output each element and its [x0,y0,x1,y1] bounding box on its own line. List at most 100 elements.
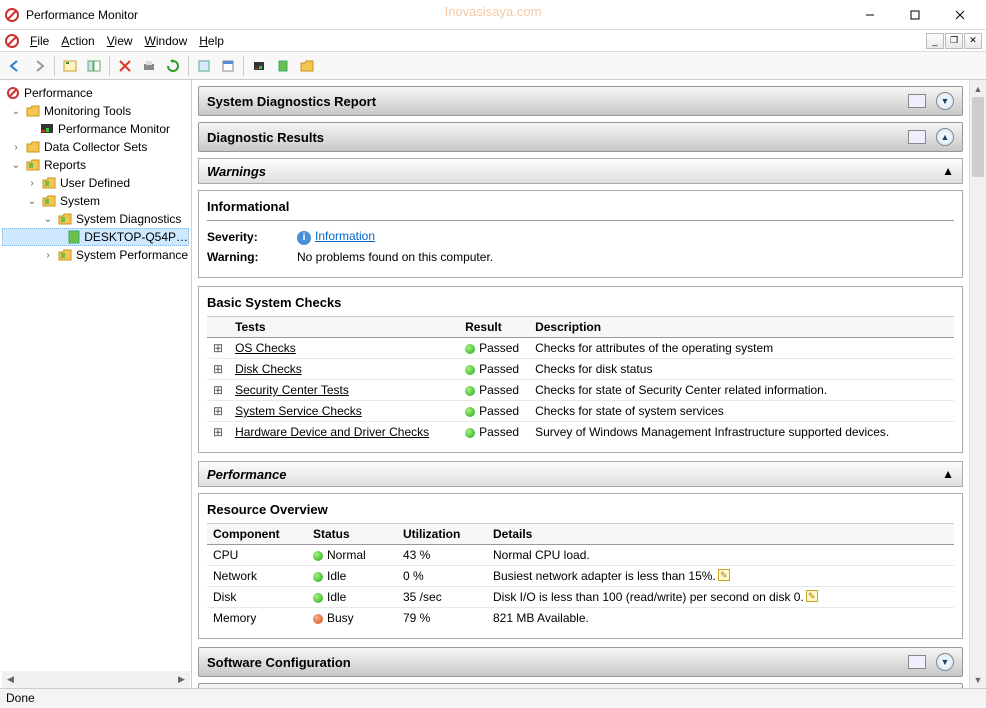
collapse-icon[interactable]: ▲ [936,128,954,146]
expand-icon[interactable]: ⊞ [207,359,229,380]
toolbar-btn-1[interactable] [193,55,215,77]
tree-label: System Diagnostics [76,212,181,226]
tree-reports[interactable]: ⌄ Reports [2,156,189,174]
table-row: ⊞Security Center TestsPassedChecks for s… [207,380,954,401]
tree-label: User Defined [60,176,130,190]
vertical-scrollbar[interactable]: ▲ ▼ [969,80,986,688]
tree-label: Reports [44,158,86,172]
expand-icon[interactable]: ⊞ [207,422,229,443]
menu-action[interactable]: Action [55,32,100,50]
mdi-minimize[interactable]: _ [926,33,944,49]
panel-resource-overview: Resource Overview Component Status Utili… [198,493,963,639]
collapse-icon[interactable]: ⌄ [10,106,22,117]
note-icon[interactable]: ✎ [806,590,818,602]
tree-label: Performance Monitor [58,122,170,136]
print-button[interactable] [138,55,160,77]
expand-icon[interactable]: ⊞ [207,401,229,422]
toolbar-btn-2[interactable] [217,55,239,77]
note-icon[interactable]: ✎ [718,569,730,581]
close-button[interactable] [937,0,982,29]
toolbar-btn-4[interactable] [272,55,294,77]
collapse-icon[interactable]: ▲ [942,164,954,178]
titlebar: Performance Monitor [0,0,986,30]
expand-icon[interactable]: › [26,178,38,189]
app-icon [4,7,20,23]
reports-icon [41,193,57,209]
maximize-button[interactable] [892,0,937,29]
section-hardware-configuration[interactable]: Hardware Configuration ▼ [198,683,963,688]
properties-button[interactable] [83,55,105,77]
tree-monitoring-tools[interactable]: ⌄ Monitoring Tools [2,102,189,120]
tree-system-diagnostics[interactable]: ⌄ System Diagnostics [2,210,189,228]
collapse-icon[interactable]: ▲ [942,467,954,481]
report-icon [67,229,82,245]
tree-performance[interactable]: Performance [2,84,189,102]
section-diagnostic-results[interactable]: Diagnostic Results ▲ [198,122,963,152]
monitor-icon [39,121,55,137]
tree-user-defined[interactable]: › User Defined [2,174,189,192]
back-button[interactable] [4,55,26,77]
toolbar-btn-5[interactable] [296,55,318,77]
tree-performance-monitor[interactable]: Performance Monitor [2,120,189,138]
collapse-icon[interactable]: ⌄ [42,214,54,225]
forward-button[interactable] [28,55,50,77]
scroll-down-button[interactable]: ▼ [970,671,986,688]
test-link[interactable]: OS Checks [235,341,296,355]
collapse-icon[interactable]: ⌄ [10,160,22,171]
expand-icon[interactable]: ⊞ [207,338,229,359]
test-link[interactable]: Disk Checks [235,362,302,376]
expand-icon[interactable]: ▼ [936,92,954,110]
test-link[interactable]: System Service Checks [235,404,362,418]
tree-label: Monitoring Tools [44,104,131,118]
section-software-configuration[interactable]: Software Configuration ▼ [198,647,963,677]
hscroll-left[interactable]: ◀ [2,671,19,688]
toolbar-btn-3[interactable] [248,55,270,77]
collapse-icon[interactable]: ⌄ [26,196,38,207]
menu-window[interactable]: Window [139,32,194,50]
expand-icon[interactable]: ▼ [936,653,954,671]
expand-icon[interactable]: › [42,250,54,261]
navigation-tree[interactable]: Performance ⌄ Monitoring Tools Performan… [0,80,192,688]
scrollbar-thumb[interactable] [972,97,984,177]
show-hide-tree-button[interactable] [59,55,81,77]
tree-desktop-report[interactable]: DESKTOP-Q54P… [2,228,189,246]
mdi-restore[interactable]: ❐ [945,33,963,49]
reports-icon [57,211,73,227]
info-icon: i [297,231,311,245]
menu-help[interactable]: Help [193,32,230,50]
section-performance[interactable]: Performance ▲ [198,461,963,487]
minimize-button[interactable] [847,0,892,29]
scroll-up-button[interactable]: ▲ [970,80,986,97]
status-dot-ok [465,365,475,375]
tree-label: DESKTOP-Q54P… [84,230,188,244]
tree-label: System Performance [76,248,188,262]
expand-icon[interactable]: ⊞ [207,380,229,401]
menu-file[interactable]: File [24,32,55,50]
report-pane: System Diagnostics Report ▼ Diagnostic R… [192,80,986,688]
mdi-controls: _ ❐ ✕ [926,33,982,49]
menu-view[interactable]: View [101,32,139,50]
table-row: ⊞System Service ChecksPassedChecks for s… [207,401,954,422]
status-text: Done [6,691,35,705]
status-dot-ok [313,572,323,582]
test-link[interactable]: Hardware Device and Driver Checks [235,425,429,439]
table-row: ⊞OS ChecksPassedChecks for attributes of… [207,338,954,359]
tree-label: System [60,194,100,208]
tree-data-collector-sets[interactable]: › Data Collector Sets [2,138,189,156]
tree-system-performance[interactable]: › System Performance [2,246,189,264]
section-icon [908,94,926,108]
tree-system[interactable]: ⌄ System [2,192,189,210]
severity-link[interactable]: Information [315,229,375,243]
refresh-button[interactable] [162,55,184,77]
mdi-close[interactable]: ✕ [964,33,982,49]
expand-icon[interactable]: › [10,142,22,153]
app-icon-small [4,33,20,49]
section-system-diagnostics-report[interactable]: System Diagnostics Report ▼ [198,86,963,116]
status-dot-ok [313,551,323,561]
test-link[interactable]: Security Center Tests [235,383,349,397]
hscroll-right[interactable]: ▶ [173,671,190,688]
section-warnings[interactable]: Warnings ▲ [198,158,963,184]
table-row: DiskIdle35 /secDisk I/O is less than 100… [207,587,954,608]
delete-button[interactable] [114,55,136,77]
folder-icon [25,139,41,155]
